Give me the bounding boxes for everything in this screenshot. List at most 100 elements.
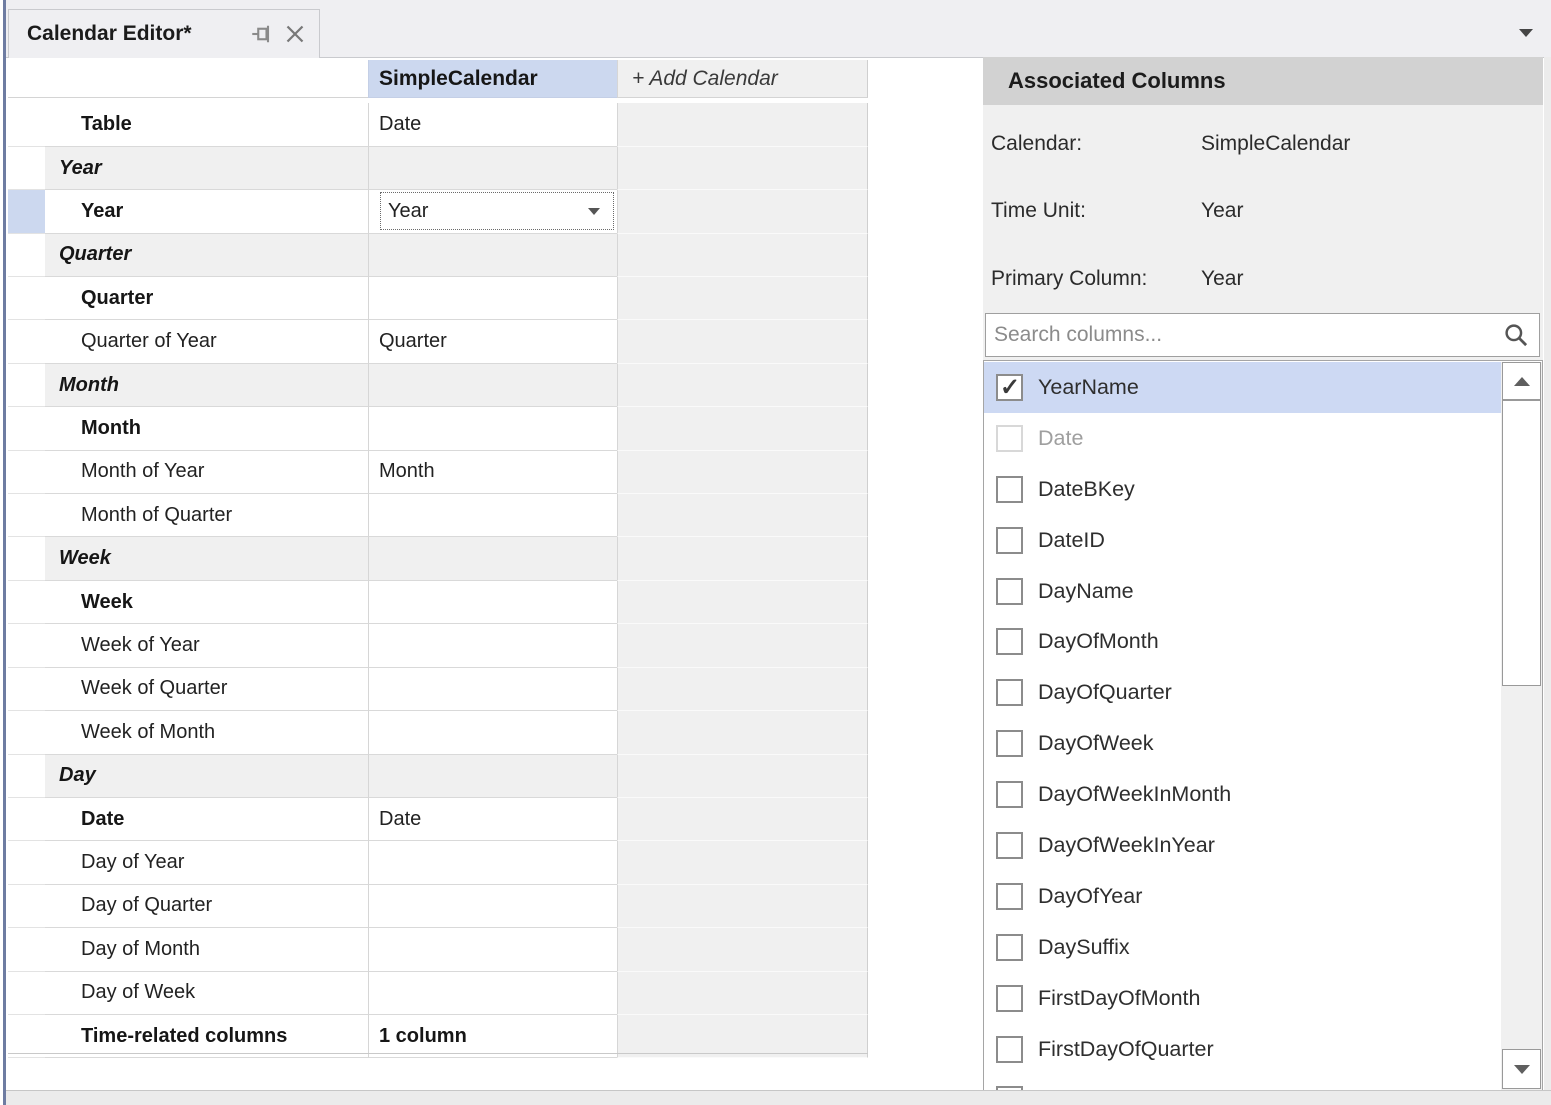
close-icon[interactable]	[283, 22, 307, 46]
row-header-cell[interactable]	[8, 581, 45, 624]
scroll-up-button[interactable]	[1502, 362, 1541, 400]
row-header-cell[interactable]	[8, 1015, 45, 1058]
row-header-cell[interactable]	[8, 624, 45, 667]
row-header-cell[interactable]	[8, 755, 45, 798]
value-cell[interactable]	[368, 885, 617, 928]
add-calendar-cell[interactable]	[617, 364, 868, 407]
value-cell[interactable]	[368, 407, 617, 450]
add-calendar-cell[interactable]	[617, 711, 868, 754]
scroll-down-button[interactable]	[1502, 1049, 1541, 1089]
row-header-cell[interactable]	[8, 711, 45, 754]
column-list-item[interactable]: DayOfYear	[984, 871, 1501, 922]
checkbox[interactable]	[996, 730, 1023, 757]
row-header-cell[interactable]	[8, 320, 45, 363]
add-calendar-cell[interactable]	[617, 755, 868, 798]
add-calendar-cell[interactable]	[617, 928, 868, 971]
add-calendar-cell[interactable]	[617, 320, 868, 363]
add-calendar-cell[interactable]	[617, 190, 868, 233]
value-cell[interactable]	[368, 841, 617, 884]
row-header-cell[interactable]	[8, 668, 45, 711]
row-header-cell[interactable]	[8, 928, 45, 971]
checkbox[interactable]	[996, 1036, 1023, 1063]
value-cell[interactable]: Date	[368, 103, 617, 146]
row-header-cell[interactable]	[8, 103, 45, 146]
row-header-cell[interactable]	[8, 234, 45, 277]
checkbox[interactable]	[996, 679, 1023, 706]
value-cell[interactable]	[368, 277, 617, 320]
checkbox[interactable]	[996, 883, 1023, 910]
column-list-item[interactable]: Date	[984, 413, 1501, 464]
add-calendar-cell[interactable]	[617, 972, 868, 1015]
value-cell[interactable]	[368, 494, 617, 537]
row-header-cell[interactable]	[8, 451, 45, 494]
add-calendar-cell[interactable]	[617, 841, 868, 884]
value-cell[interactable]: Date	[368, 798, 617, 841]
add-calendar-button[interactable]: + Add Calendar	[617, 60, 868, 98]
row-header-cell[interactable]	[8, 841, 45, 884]
scrollbar[interactable]	[1501, 362, 1542, 1092]
add-calendar-cell[interactable]	[617, 537, 868, 580]
checkbox[interactable]	[996, 374, 1023, 401]
add-calendar-cell[interactable]	[617, 885, 868, 928]
checkbox[interactable]	[996, 578, 1023, 605]
column-list-item[interactable]: DayOfWeekInYear	[984, 820, 1501, 871]
search-input[interactable]	[986, 323, 1503, 347]
year-dropdown[interactable]: Year	[380, 192, 614, 230]
value-cell[interactable]	[368, 624, 617, 667]
value-cell[interactable]	[368, 581, 617, 624]
add-calendar-cell[interactable]	[617, 798, 868, 841]
column-list-item[interactable]: DaySuffix	[984, 922, 1501, 973]
row-header-cell[interactable]	[8, 190, 45, 233]
value-cell[interactable]	[368, 972, 617, 1015]
value-cell[interactable]: Year	[368, 190, 617, 233]
column-list-item[interactable]: DayOfWeekInMonth	[984, 769, 1501, 820]
row-header-cell[interactable]	[8, 407, 45, 450]
add-calendar-cell[interactable]	[617, 494, 868, 537]
checkbox[interactable]	[996, 527, 1023, 554]
tab-calendar-editor[interactable]: Calendar Editor*	[8, 9, 320, 58]
checkbox[interactable]	[996, 628, 1023, 655]
scrollbar-thumb[interactable]	[1502, 400, 1541, 686]
add-calendar-cell[interactable]	[617, 1015, 868, 1058]
dropdown-arrow-icon[interactable]	[588, 208, 600, 215]
add-calendar-cell[interactable]	[617, 234, 868, 277]
row-header-cell[interactable]	[8, 885, 45, 928]
value-cell[interactable]	[368, 928, 617, 971]
row-header-cell[interactable]	[8, 147, 45, 190]
add-calendar-cell[interactable]	[617, 407, 868, 450]
column-list-item[interactable]: DayName	[984, 566, 1501, 617]
checkbox[interactable]	[996, 832, 1023, 859]
window-dropdown-caret-icon[interactable]	[1519, 29, 1533, 37]
row-header-cell[interactable]	[8, 494, 45, 537]
checkbox[interactable]	[996, 934, 1023, 961]
row-header-cell[interactable]	[8, 364, 45, 407]
row-header-cell[interactable]	[8, 537, 45, 580]
calendar-column-header[interactable]: SimpleCalendar	[368, 60, 617, 98]
value-cell[interactable]	[368, 711, 617, 754]
add-calendar-cell[interactable]	[617, 668, 868, 711]
column-list-item[interactable]: YearName	[984, 362, 1501, 413]
row-header-cell[interactable]	[8, 972, 45, 1015]
checkbox[interactable]	[996, 476, 1023, 503]
value-cell[interactable]	[368, 668, 617, 711]
value-cell[interactable]: Quarter	[368, 320, 617, 363]
add-calendar-cell[interactable]	[617, 147, 868, 190]
row-header-cell[interactable]	[8, 277, 45, 320]
column-list-item[interactable]: FirstDayOfMonth	[984, 973, 1501, 1024]
column-list-item[interactable]: DayOfWeek	[984, 718, 1501, 769]
add-calendar-cell[interactable]	[617, 277, 868, 320]
pin-icon[interactable]	[250, 22, 274, 46]
value-cell[interactable]: Month	[368, 451, 617, 494]
checkbox[interactable]	[996, 985, 1023, 1012]
column-list-item[interactable]: DateBKey	[984, 464, 1501, 515]
column-list-item[interactable]: DateID	[984, 515, 1501, 566]
column-list-item[interactable]: FirstDayOfQuarter	[984, 1024, 1501, 1075]
column-list-item[interactable]: DayOfMonth	[984, 616, 1501, 667]
value-cell[interactable]: 1 column	[368, 1015, 617, 1058]
add-calendar-cell[interactable]	[617, 103, 868, 146]
add-calendar-cell[interactable]	[617, 581, 868, 624]
checkbox[interactable]	[996, 781, 1023, 808]
add-calendar-cell[interactable]	[617, 451, 868, 494]
column-list-item[interactable]: DayOfQuarter	[984, 667, 1501, 718]
search-icon[interactable]	[1503, 322, 1529, 348]
